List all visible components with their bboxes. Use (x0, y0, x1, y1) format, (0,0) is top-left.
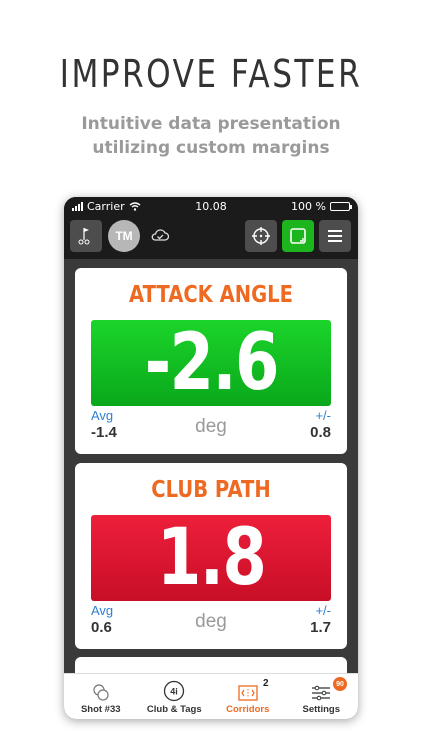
metric-value-box: 1.8 (91, 513, 331, 603)
live-view-button[interactable] (282, 220, 314, 252)
user-avatar[interactable]: TM (108, 220, 140, 252)
margin-value: 0.8 (310, 424, 331, 441)
live-screen-icon (290, 228, 306, 244)
metric-list: ATTACK ANGLE -2.6 Avg -1.4 deg +/- 0.8 C… (64, 259, 358, 673)
margin-label: +/- (315, 408, 331, 423)
metric-value: 1.8 (156, 513, 267, 603)
tab-label: Shot #33 (80, 704, 121, 715)
metric-card-partial[interactable] (75, 657, 347, 673)
phone-screen: Carrier 10.08 100 % TM ATTACK ANGLE -2.6… (64, 197, 358, 719)
status-bar: Carrier 10.08 100 % (64, 197, 358, 215)
metric-title: ATTACK ANGLE (128, 282, 293, 308)
golf-balls-icon (93, 684, 109, 701)
subheadline-line-1: Intuitive data presentation (81, 114, 341, 134)
metric-unit: deg (195, 611, 227, 632)
battery-percent: 100 % (291, 200, 326, 213)
club-4i-icon: 4i (164, 680, 185, 702)
metric-unit: deg (195, 416, 227, 437)
metric-card-club-path[interactable]: CLUB PATH 1.8 Avg 0.6 deg +/- 1.7 (75, 463, 347, 649)
cloud-sync-icon[interactable] (150, 228, 170, 242)
metric-value: -2.6 (144, 318, 279, 408)
crosshair-icon (252, 227, 270, 245)
app-toolbar: TM (64, 215, 358, 259)
corridors-count-badge: 2 (263, 678, 269, 689)
settings-badge: 90 (333, 677, 347, 691)
battery-icon (330, 202, 352, 211)
target-button[interactable] (245, 220, 277, 252)
subheadline: Intuitive data presentation utilizing cu… (0, 112, 422, 160)
metric-card-attack-angle[interactable]: ATTACK ANGLE -2.6 Avg -1.4 deg +/- 0.8 (75, 268, 347, 454)
tab-label: Corridors (226, 704, 270, 715)
tab-shot[interactable]: Shot #33 (64, 674, 138, 719)
bottom-tab-bar: Shot #33 4i Club & Tags 2 Corridors 90 S… (64, 673, 358, 719)
flag-golf-icon (78, 228, 90, 245)
menu-button[interactable] (319, 220, 351, 252)
tab-corridors[interactable]: 2 Corridors (211, 674, 285, 719)
tab-club-tags[interactable]: 4i Club & Tags (138, 674, 212, 719)
metric-value-box: -2.6 (91, 318, 331, 408)
subheadline-line-2: utilizing custom margins (92, 138, 330, 158)
status-right: 100 % (291, 200, 352, 213)
metric-title: CLUB PATH (151, 477, 271, 503)
headline: IMPROVE FASTER (59, 52, 363, 96)
margin-value: 1.7 (310, 619, 331, 636)
margin-label: +/- (315, 603, 331, 618)
course-flag-button[interactable] (70, 220, 102, 252)
tab-label: Club & Tags (146, 704, 202, 715)
corridors-icon (238, 685, 258, 701)
club-icon-text: 4i (170, 687, 178, 697)
tab-settings[interactable]: 90 Settings (285, 674, 359, 719)
tab-label: Settings (302, 704, 340, 715)
settings-sliders-icon (312, 685, 331, 701)
hamburger-menu-icon (328, 230, 342, 242)
